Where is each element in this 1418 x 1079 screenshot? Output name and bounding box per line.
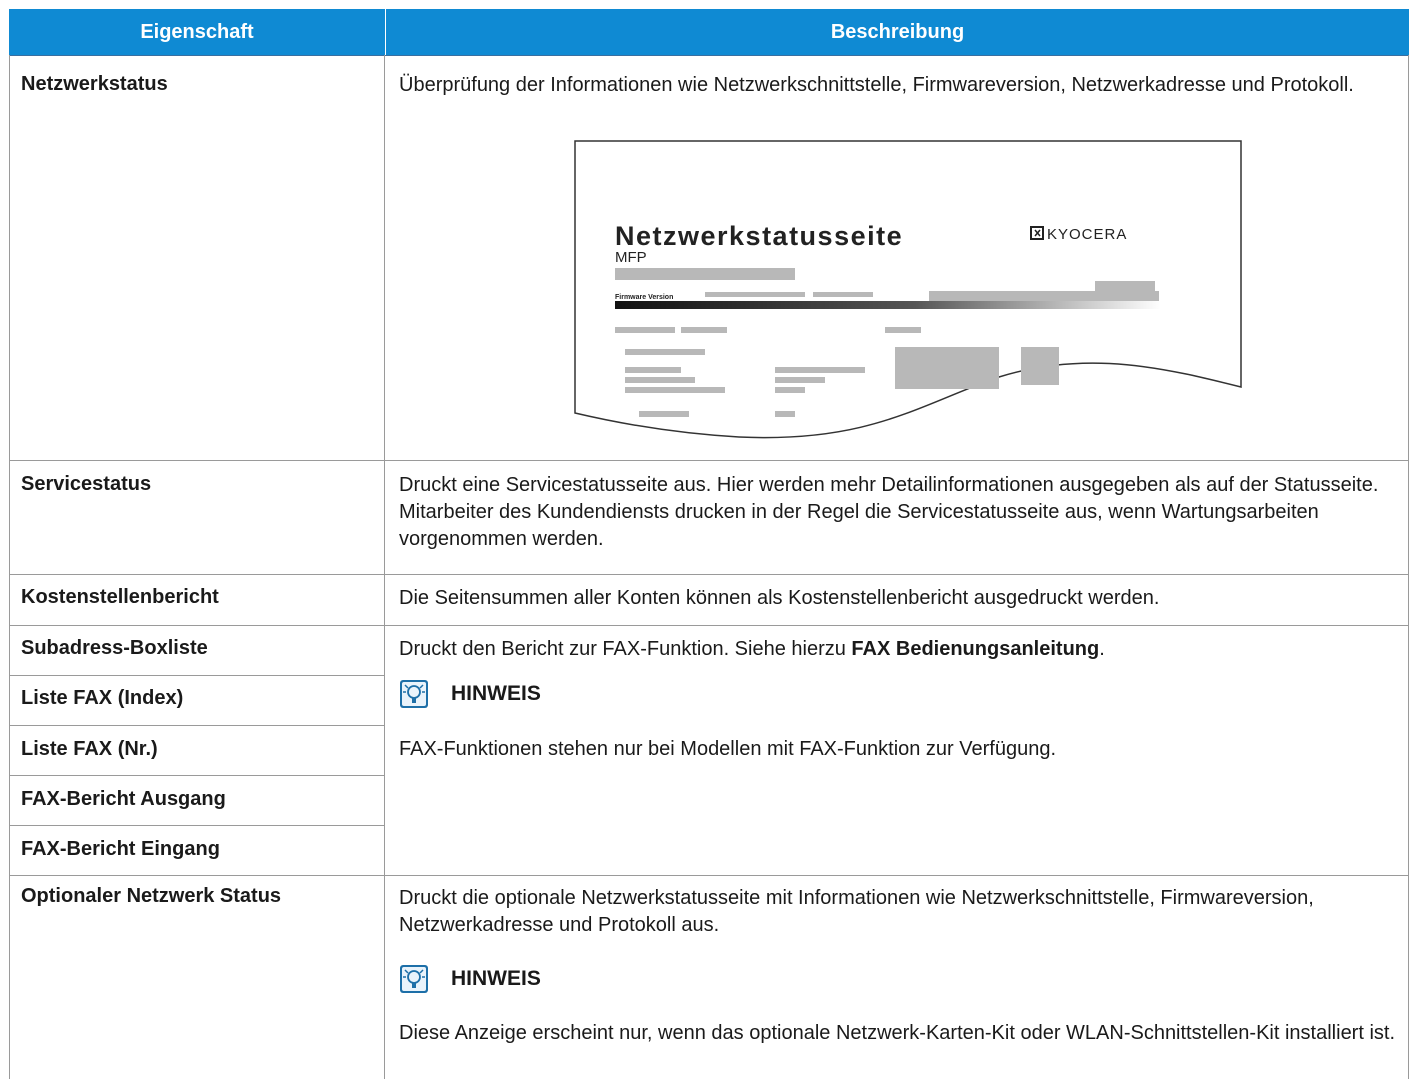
note-fax: HINWEIS — [399, 679, 541, 709]
property-netzwerkstatus: Netzwerkstatus — [21, 73, 168, 95]
note-optional-label: HINWEIS — [451, 967, 541, 990]
header-property: Eigenschaft — [140, 21, 254, 43]
property-fax-bericht-eingang: FAX-Bericht Eingang — [21, 838, 220, 860]
description-servicestatus: Druckt eine Servicestatusseite aus. Hier… — [399, 474, 1379, 550]
property-optionaler-netzwerk-status: Optionaler Netzwerk Status — [21, 885, 282, 907]
property-kostenstellenbericht: Kostenstellenbericht — [21, 586, 219, 608]
illustration-title: Netzwerkstatusseite — [615, 221, 903, 251]
description-netzwerkstatus: Überprüfung der Informationen wie Netzwe… — [399, 74, 1354, 96]
note-fax-label: HINWEIS — [451, 682, 541, 705]
property-liste-fax-nr: Liste FAX (Nr.) — [21, 738, 158, 760]
note-fax-text: FAX-Funktionen stehen nur bei Modellen m… — [399, 738, 1057, 760]
illustration-firmware-label: Firmware Version — [615, 294, 673, 301]
header-description: Beschreibung — [385, 9, 1409, 55]
note-optional: HINWEIS — [399, 964, 541, 994]
lightbulb-note-icon — [400, 680, 428, 708]
note-optional-text: Diese Anzeige erscheint nur, wenn das op… — [399, 1022, 1396, 1044]
description-fax: Druckt den Bericht zur FAX-Funktion. Sie… — [399, 638, 1105, 660]
status-page-illustration: Netzwerkstatusseite MFP KYOCERA Firmware… — [574, 140, 1242, 439]
property-fax-bericht-ausgang: FAX-Bericht Ausgang — [21, 788, 226, 810]
lightbulb-note-icon — [400, 965, 428, 993]
description-optional: Druckt die optionale Netzwerkstatusseite… — [399, 887, 1314, 936]
fax-manual-reference: FAX Bedienungsanleitung — [851, 638, 1100, 660]
property-liste-fax-index: Liste FAX (Index) — [21, 687, 184, 709]
table-header: Eigenschaft Beschreibung — [9, 9, 1409, 56]
property-subadress-boxliste: Subadress-Boxliste — [21, 637, 208, 659]
illustration-subtitle: MFP — [615, 249, 647, 266]
illustration-brand: KYOCERA — [1047, 226, 1127, 243]
property-servicestatus: Servicestatus — [21, 473, 152, 495]
description-kostenstellenbericht: Die Seitensummen aller Konten können als… — [399, 587, 1160, 609]
